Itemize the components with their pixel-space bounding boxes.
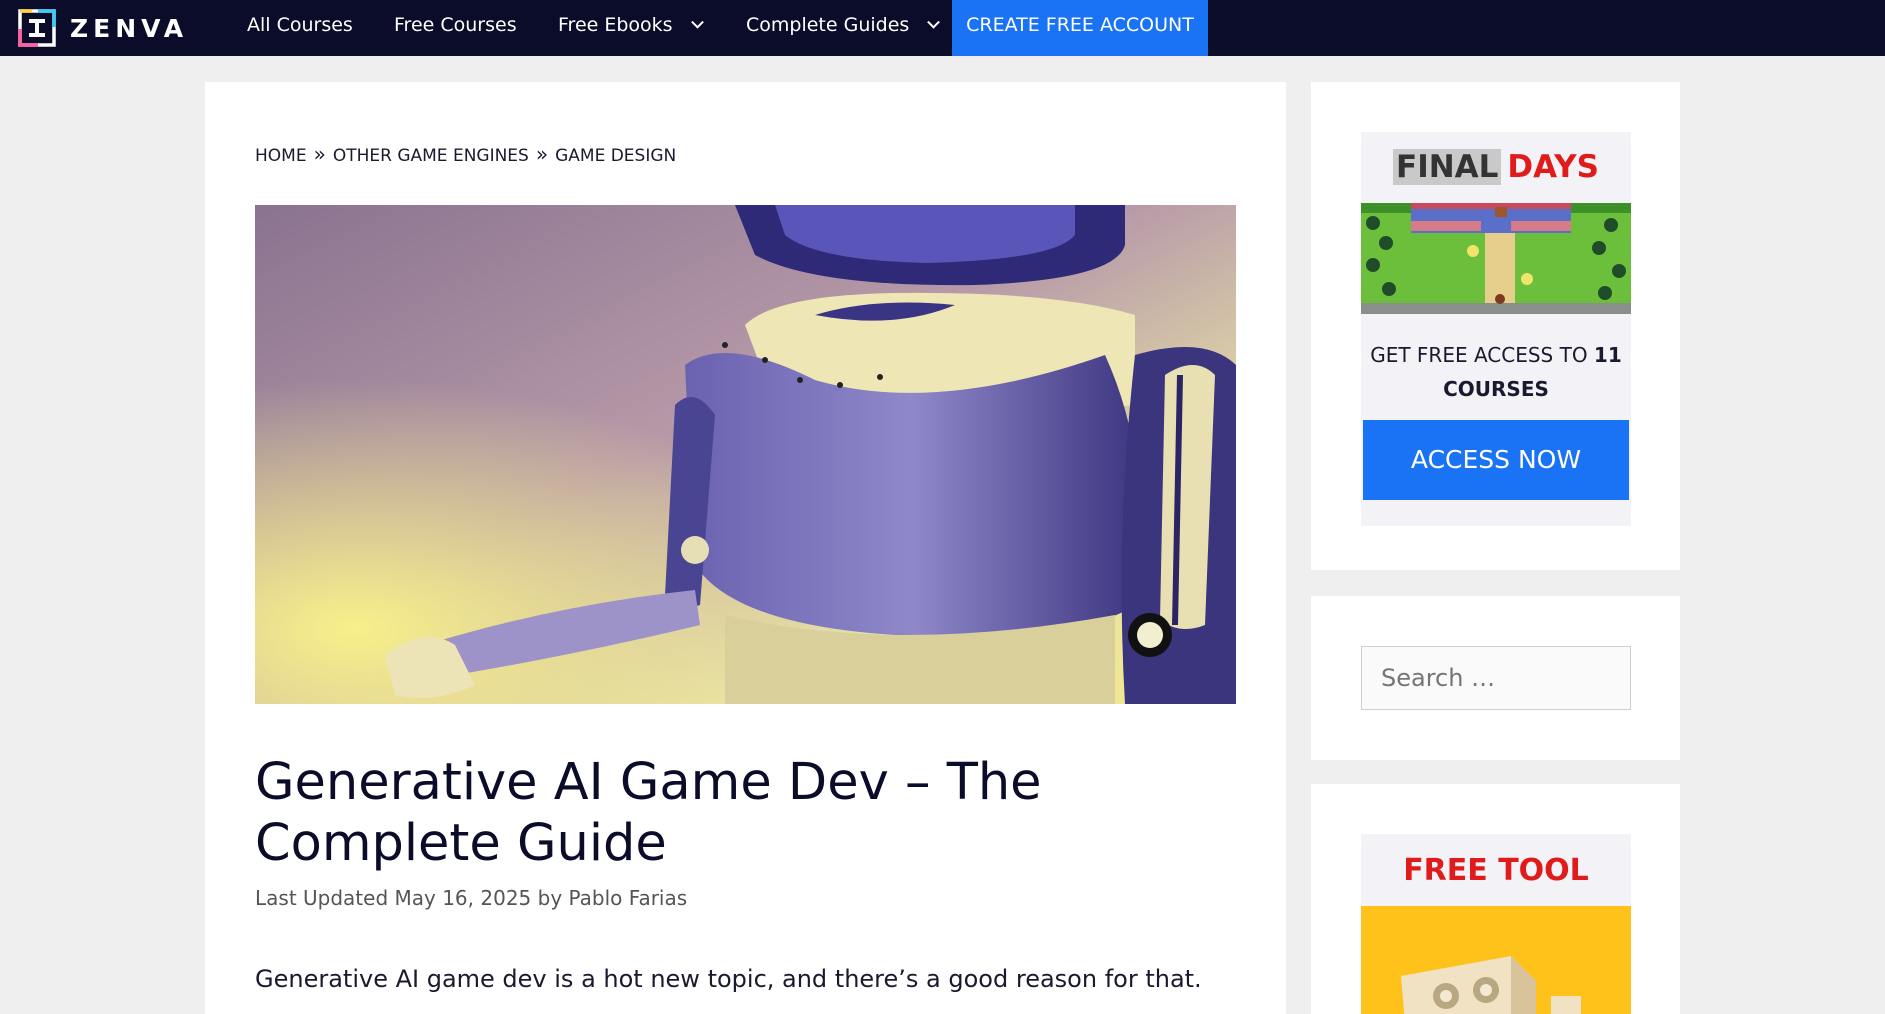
- breadcrumb-game-design[interactable]: GAME DESIGN: [555, 146, 676, 166]
- promo-text-prefix: GET FREE ACCESS TO: [1370, 343, 1594, 367]
- promo-box[interactable]: FINAL DAYS GET FREE ACCESS TO 11 COURSES…: [1361, 132, 1631, 526]
- nav-free-courses-label: Free Courses: [394, 14, 517, 36]
- promo-text: GET FREE ACCESS TO 11 COURSES: [1361, 314, 1631, 406]
- promo-heading-final: FINAL: [1393, 149, 1502, 185]
- nav-free-ebooks[interactable]: Free Ebooks: [558, 0, 704, 56]
- chevron-down-icon: [927, 15, 941, 29]
- free-tool-title: FREE TOOL: [1403, 853, 1589, 888]
- sidebar-tool-widget: FREE TOOL: [1311, 784, 1680, 1014]
- nav-all-courses-label: All Courses: [247, 14, 353, 36]
- article-title: Generative AI Game Dev – The Complete Gu…: [255, 753, 1042, 873]
- breadcrumb-home[interactable]: HOME: [255, 146, 307, 166]
- nav-complete-guides-label: Complete Guides: [746, 14, 910, 36]
- article-card: HOME » OTHER GAME ENGINES » GAME DESIGN Ge…: [205, 82, 1286, 1014]
- logo-text: ZENVA: [70, 13, 189, 43]
- sidebar-promo-widget: FINAL DAYS GET FREE ACCESS TO 11 COURSES…: [1311, 82, 1680, 570]
- breadcrumb: HOME » OTHER GAME ENGINES » GAME DESIGN: [255, 142, 676, 166]
- article-intro: Generative AI game dev is a hot new topi…: [255, 965, 1202, 993]
- breadcrumb-other-game-engines[interactable]: OTHER GAME ENGINES: [333, 146, 529, 166]
- hero-robot-image: [255, 205, 1236, 704]
- pixel-game-image: [1361, 203, 1631, 314]
- nav-free-courses[interactable]: Free Courses: [394, 0, 517, 56]
- chevron-down-icon: [690, 15, 704, 29]
- sidebar-search-widget: [1311, 596, 1680, 760]
- promo-spacer: [1361, 500, 1631, 526]
- zenva-logo-icon: [18, 9, 56, 47]
- breadcrumb-separator: »: [535, 142, 549, 166]
- promo-heading: FINAL DAYS: [1361, 132, 1631, 203]
- article-meta: Last Updated May 16, 2025 by Pablo Faria…: [255, 886, 688, 910]
- zenva-logo[interactable]: ZENVA: [18, 8, 188, 48]
- promo-heading-days: DAYS: [1507, 149, 1599, 185]
- free-tool-box[interactable]: FREE TOOL: [1361, 834, 1631, 1014]
- create-free-account-button[interactable]: CREATE FREE ACCOUNT: [952, 0, 1208, 56]
- breadcrumb-separator: »: [313, 142, 326, 166]
- nav-all-courses[interactable]: All Courses: [247, 0, 353, 56]
- access-now-button[interactable]: ACCESS NOW: [1363, 420, 1629, 500]
- top-nav: ZENVA All Courses Free Courses Free Eboo…: [0, 0, 1885, 56]
- nav-free-ebooks-label: Free Ebooks: [558, 14, 673, 36]
- robot-box-image: [1361, 906, 1631, 1014]
- nav-complete-guides[interactable]: Complete Guides: [746, 0, 941, 56]
- search-input[interactable]: [1361, 646, 1631, 710]
